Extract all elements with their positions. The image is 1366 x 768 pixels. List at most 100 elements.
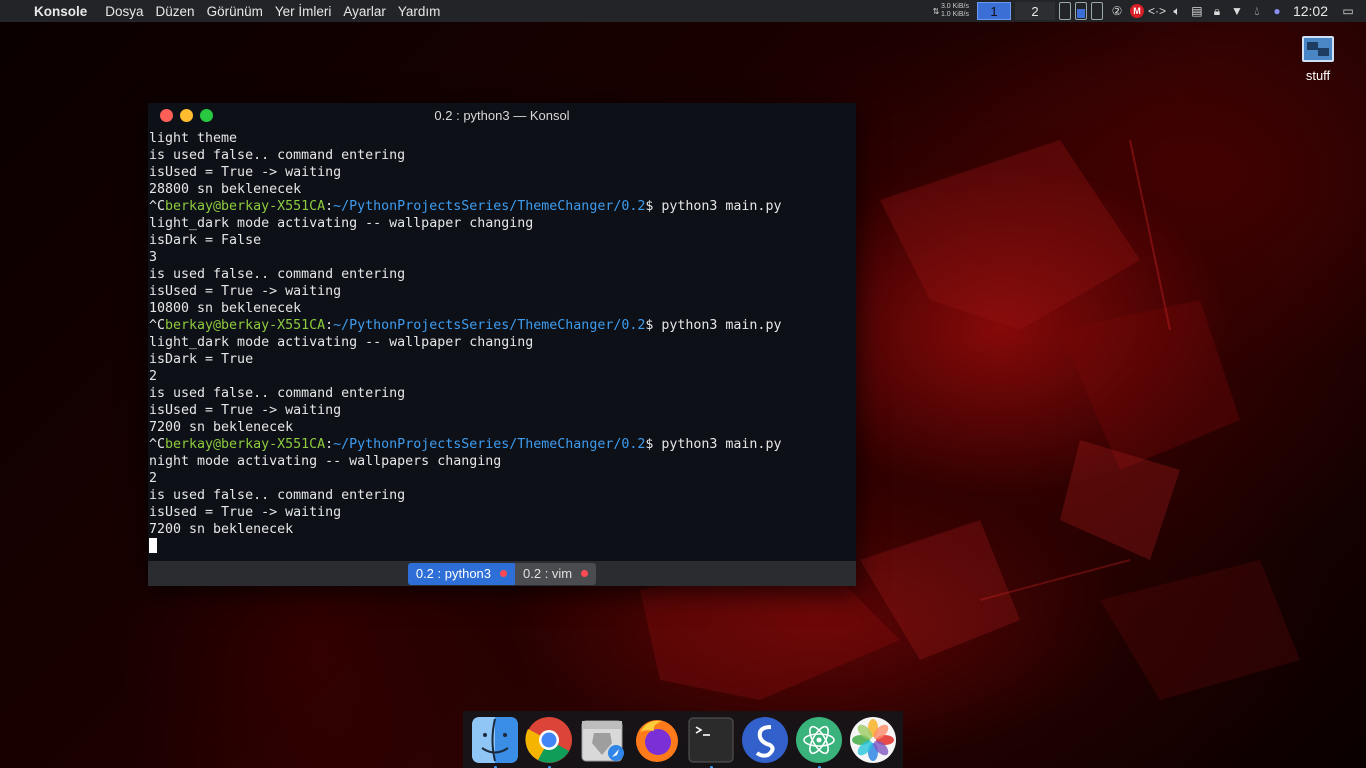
net-arrows-icon: ⇅ xyxy=(932,6,940,16)
window-titlebar[interactable]: 0.2 : python3 — Konsol xyxy=(148,103,856,129)
menu-gorunum[interactable]: Görünüm xyxy=(207,4,263,19)
terminal-output-line: is used false.. command entering xyxy=(149,386,406,401)
dock-item-chrome[interactable] xyxy=(524,715,574,768)
terminal-prompt-line: ^Cberkay@berkay-X551CA:~/PythonProjectsS… xyxy=(149,436,849,453)
net-up-speed: 3.0 KiB/s xyxy=(940,3,969,10)
menu-duzen[interactable]: Düzen xyxy=(156,4,195,19)
desktop-folder-stuff[interactable]: stuff xyxy=(1296,36,1340,83)
prompt-interrupt: ^C xyxy=(149,199,166,214)
terminal-tab-bar: 0.2 : python3 0.2 : vim xyxy=(148,561,856,586)
terminal-output[interactable]: light theme is used false.. command enter… xyxy=(149,130,849,560)
terminal-output-line: isUsed = True -> waiting xyxy=(149,403,342,418)
menu-ayarlar[interactable]: Ayarlar xyxy=(343,4,386,19)
status-circle-icon[interactable]: ● xyxy=(1267,4,1287,18)
virtual-desktop-2[interactable]: 2 xyxy=(1014,2,1055,20)
prompt-separator: : xyxy=(325,318,334,333)
terminal-output-line: is used false.. command entering xyxy=(149,148,406,163)
window-thumb-icon[interactable] xyxy=(1090,2,1103,20)
terminal-output-line: is used false.. command entering xyxy=(149,267,406,282)
prompt-path: ~/PythonProjectsSeries/ThemeChanger/0.2 xyxy=(333,199,646,214)
terminal-output-line: isUsed = True -> waiting xyxy=(149,505,342,520)
tab-python3[interactable]: 0.2 : python3 xyxy=(407,562,516,585)
prompt-command: $ python3 main.py xyxy=(645,318,782,333)
clipboard-icon[interactable]: ▤ xyxy=(1187,4,1207,18)
prompt-interrupt: ^C xyxy=(149,318,166,333)
desktop-icon-label: stuff xyxy=(1305,68,1331,83)
prompt-separator: : xyxy=(325,199,334,214)
tab-activity-indicator xyxy=(500,570,508,577)
dock-item-atom[interactable] xyxy=(794,715,844,768)
tab-vim[interactable]: 0.2 : vim xyxy=(515,562,597,585)
dock xyxy=(463,711,903,768)
prompt-interrupt: ^C xyxy=(149,437,166,452)
folder-icon xyxy=(1302,36,1334,62)
chrome-icon xyxy=(525,716,572,763)
atom-icon xyxy=(796,716,842,763)
terminal-output-line: 7200 sn beklenecek xyxy=(149,522,294,537)
dock-item-simplenote[interactable] xyxy=(740,715,790,765)
terminal-output-line: 2 xyxy=(149,369,158,384)
terminal-output-line: light theme xyxy=(149,131,238,146)
dock-item-brave[interactable] xyxy=(578,715,628,765)
menu-dosya[interactable]: Dosya xyxy=(105,4,143,19)
prompt-user-host: berkay@berkay-X551CA xyxy=(165,318,326,333)
terminal-output-line: is used false.. command entering xyxy=(149,488,406,503)
system-tray: ⇅ 3.0 KiB/s 1.0 KiB/s 1 2 ② M <·> 🔈︎ ▤ 🔒… xyxy=(931,0,1366,22)
simplenote-icon xyxy=(742,716,788,763)
mega-sync-icon[interactable]: M xyxy=(1129,4,1144,18)
volume-icon[interactable]: 🔈︎ xyxy=(1167,4,1187,19)
finder-icon xyxy=(472,716,518,763)
dock-item-firefox[interactable] xyxy=(632,715,682,765)
terminal-output-line: 28800 sn beklenecek xyxy=(149,182,302,197)
terminal-output-line: 10800 sn beklenecek xyxy=(149,301,302,316)
window-title: 0.2 : python3 — Konsol xyxy=(434,108,570,123)
terminal-output-line: light_dark mode activating -- wallpaper … xyxy=(149,216,534,231)
prompt-separator: : xyxy=(325,437,334,452)
active-app-name[interactable]: Konsole xyxy=(34,4,87,19)
terminal-cursor-line xyxy=(149,538,849,555)
prompt-command: $ python3 main.py xyxy=(645,199,782,214)
lock-icon[interactable]: 🔒︎ xyxy=(1207,4,1227,19)
terminal-output-line: 2 xyxy=(149,471,158,486)
menu-yer-imleri[interactable]: Yer İmleri xyxy=(275,4,332,19)
terminal-icon xyxy=(688,717,734,762)
window-thumb-icon[interactable] xyxy=(1058,2,1071,20)
net-down-speed: 1.0 KiB/s xyxy=(940,11,969,18)
prompt-path: ~/PythonProjectsSeries/ThemeChanger/0.2 xyxy=(333,437,646,452)
terminal-output-line: 7200 sn beklenecek xyxy=(149,420,294,435)
terminal-output-line: isDark = False xyxy=(149,233,262,248)
tab-label: 0.2 : vim xyxy=(523,566,573,581)
photos-icon xyxy=(850,716,896,763)
show-desktop-icon[interactable]: ▭ xyxy=(1338,4,1358,18)
terminal-output-line: isUsed = True -> waiting xyxy=(149,165,342,180)
prompt-path: ~/PythonProjectsSeries/ThemeChanger/0.2 xyxy=(333,318,646,333)
brave-icon xyxy=(581,720,624,761)
dock-item-finder[interactable] xyxy=(470,715,520,768)
network-speed[interactable]: 3.0 KiB/s 1.0 KiB/s xyxy=(941,3,969,19)
prompt-user-host: berkay@berkay-X551CA xyxy=(165,437,326,452)
clock[interactable]: 12:02 xyxy=(1293,3,1328,19)
terminal-output-line: light_dark mode activating -- wallpaper … xyxy=(149,335,534,350)
window-thumb-active-icon[interactable] xyxy=(1074,2,1087,20)
kdeconnect-icon[interactable]: <·> xyxy=(1147,4,1167,18)
terminal-output-line: night mode activating -- wallpapers chan… xyxy=(149,454,502,469)
virtual-desktop-1[interactable]: 1 xyxy=(976,2,1011,20)
top-menu-bar: Konsole Dosya Düzen Görünüm Yer İmleri A… xyxy=(0,0,1366,22)
night-color-icon[interactable]: 💧︎ xyxy=(1247,4,1267,19)
wifi-icon[interactable]: ▼ xyxy=(1227,4,1247,18)
prompt-user-host: berkay@berkay-X551CA xyxy=(165,199,326,214)
menu-yardim[interactable]: Yardım xyxy=(398,4,441,19)
terminal-output-line: isUsed = True -> waiting xyxy=(149,284,342,299)
terminal-prompt-line: ^Cberkay@berkay-X551CA:~/PythonProjectsS… xyxy=(149,317,849,334)
terminal-cursor xyxy=(149,538,157,553)
dock-item-terminal[interactable] xyxy=(686,715,736,768)
terminal-output-line: isDark = True xyxy=(149,352,254,367)
konsole-window[interactable]: 0.2 : python3 — Konsol light theme is use… xyxy=(148,103,856,586)
tab-activity-indicator xyxy=(581,570,589,577)
prompt-command: $ python3 main.py xyxy=(645,437,782,452)
firefox-icon xyxy=(636,719,678,762)
dock-item-photos[interactable] xyxy=(848,715,898,765)
notification-count-icon[interactable]: ② xyxy=(1107,4,1127,18)
terminal-prompt-line: ^Cberkay@berkay-X551CA:~/PythonProjectsS… xyxy=(149,198,849,215)
tab-label: 0.2 : python3 xyxy=(415,566,492,581)
